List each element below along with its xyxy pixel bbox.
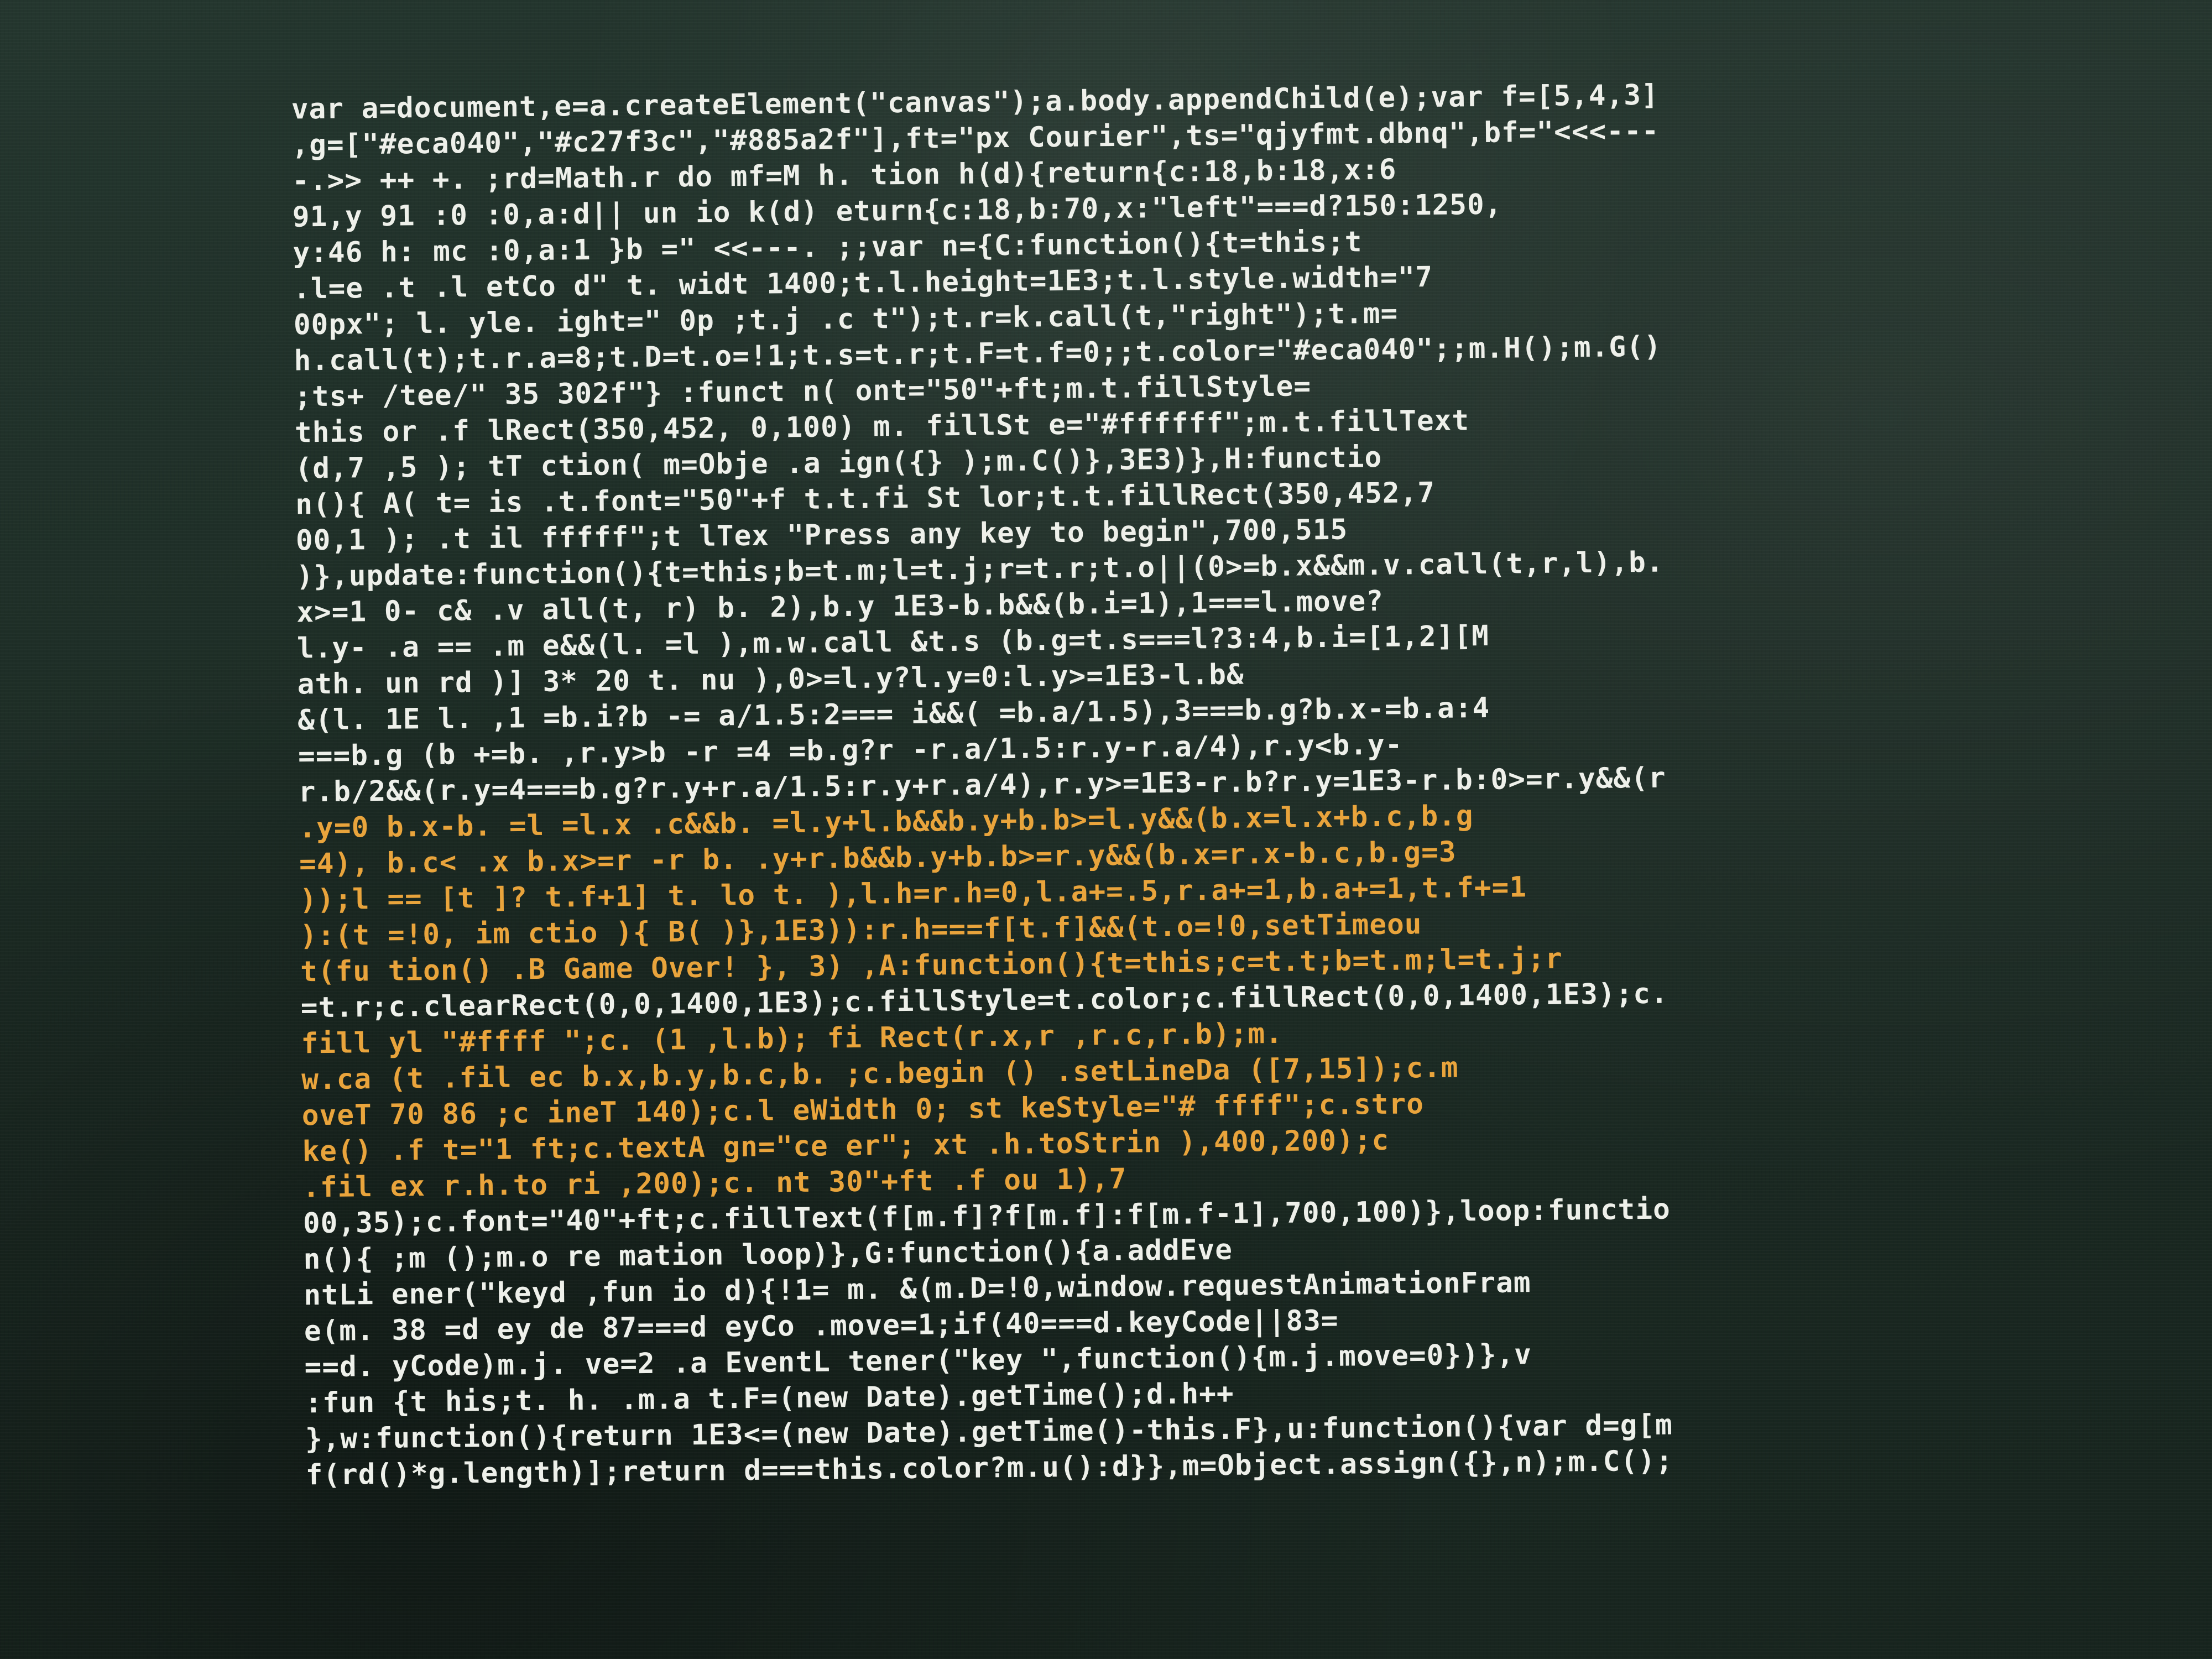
code-print: var a=document,e=a.createElement("canvas…: [291, 75, 1832, 1529]
